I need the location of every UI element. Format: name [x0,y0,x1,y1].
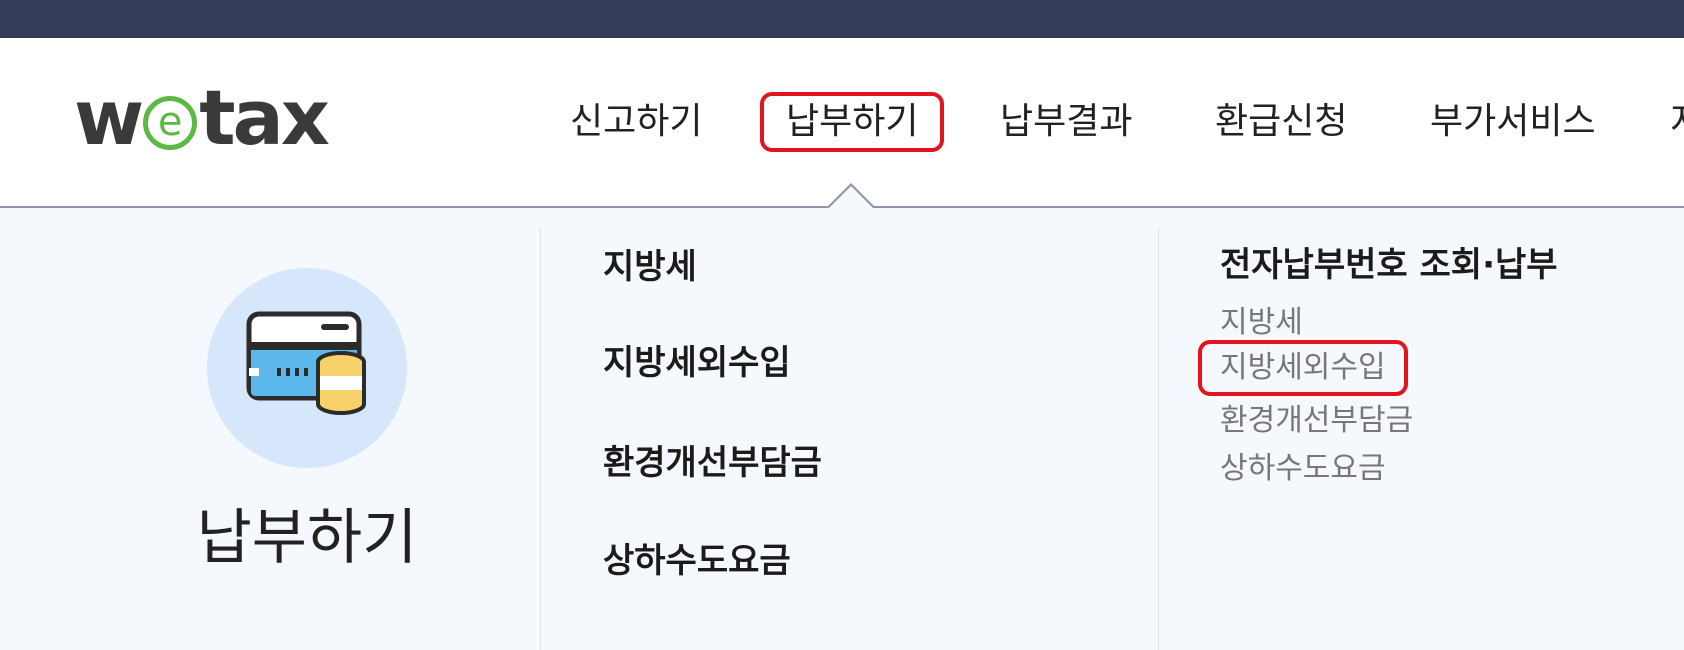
gnb-payment-result[interactable]: 납부결과 [1000,92,1132,152]
submenu-water-sewage-fee[interactable]: 상하수도요금 [1220,448,1386,490]
top-utility-bar [0,0,1684,38]
logo-text-tax: tax [199,73,330,162]
menu-environment-charge[interactable]: 환경개선부담금 [603,440,822,486]
logo-text-w: w [74,73,144,162]
gnb-refund[interactable]: 환급신청 [1215,92,1347,152]
menu-local-tax[interactable]: 지방세 [603,244,697,290]
menu-water-sewage-fee[interactable]: 상하수도요금 [603,538,791,584]
gnb-payment[interactable]: 납부하기 [760,92,945,152]
logo-e-circle: e [143,96,198,150]
panel-divider [1158,228,1159,650]
gnb-item-cutoff[interactable]: 지 [1670,92,1684,152]
submenu-environment-charge[interactable]: 환경개선부담금 [1220,400,1413,442]
submenu-non-tax-revenue[interactable]: 지방세외수입 [1198,340,1408,396]
active-menu-pointer-fill [829,186,873,208]
gnb-extra-services[interactable]: 부가서비스 [1430,92,1596,152]
submenu-local-tax[interactable]: 지방세 [1220,302,1303,344]
menu-non-tax-revenue[interactable]: 지방세외수입 [603,340,791,386]
gnb-report[interactable]: 신고하기 [570,92,702,152]
payment-card-coins-icon [246,311,366,415]
payment-card-coins-icon [207,268,407,468]
panel-title: 납부하기 [196,503,418,573]
wetax-logo[interactable]: w e tax [74,73,330,162]
panel-divider [540,228,541,650]
submenu-title: 전자납부번호 조회·납부 [1220,245,1558,285]
